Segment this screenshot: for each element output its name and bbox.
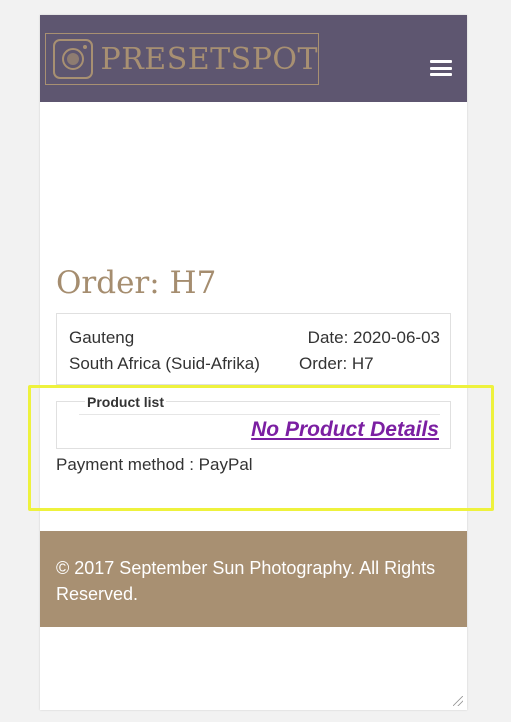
resize-handle-icon[interactable] <box>453 696 463 706</box>
hamburger-menu-icon[interactable] <box>430 60 452 76</box>
site-logo[interactable]: PRESETSPOT <box>45 33 319 85</box>
order-info-box: Gauteng South Africa (Suid-Afrika) Date:… <box>56 313 451 385</box>
product-list-legend: Product list <box>85 394 167 410</box>
footer-copyright: © 2017 September Sun Photography. All Ri… <box>56 558 436 604</box>
address-line-1: Gauteng <box>69 328 135 347</box>
logo-text: PRESETSPOT <box>100 41 318 77</box>
payment-method: Payment method : PayPal <box>56 455 253 474</box>
product-divider <box>79 414 440 415</box>
site-header: PRESETSPOT <box>40 15 467 102</box>
camera-icon <box>53 39 93 79</box>
address-line-2: South Africa (Suid-Afrika) <box>69 354 260 373</box>
order-date: Date: 2020-06-03 <box>307 328 440 347</box>
page-frame: PRESETSPOT Order: H7 Gauteng South Afric… <box>40 15 467 710</box>
product-list-fieldset: Product list No Product Details <box>56 394 451 449</box>
page-title: Order: H7 <box>56 265 217 301</box>
site-footer: © 2017 September Sun Photography. All Ri… <box>40 531 467 627</box>
order-number: Order: H7 <box>299 354 374 373</box>
no-product-details-link[interactable]: No Product Details <box>251 418 439 442</box>
